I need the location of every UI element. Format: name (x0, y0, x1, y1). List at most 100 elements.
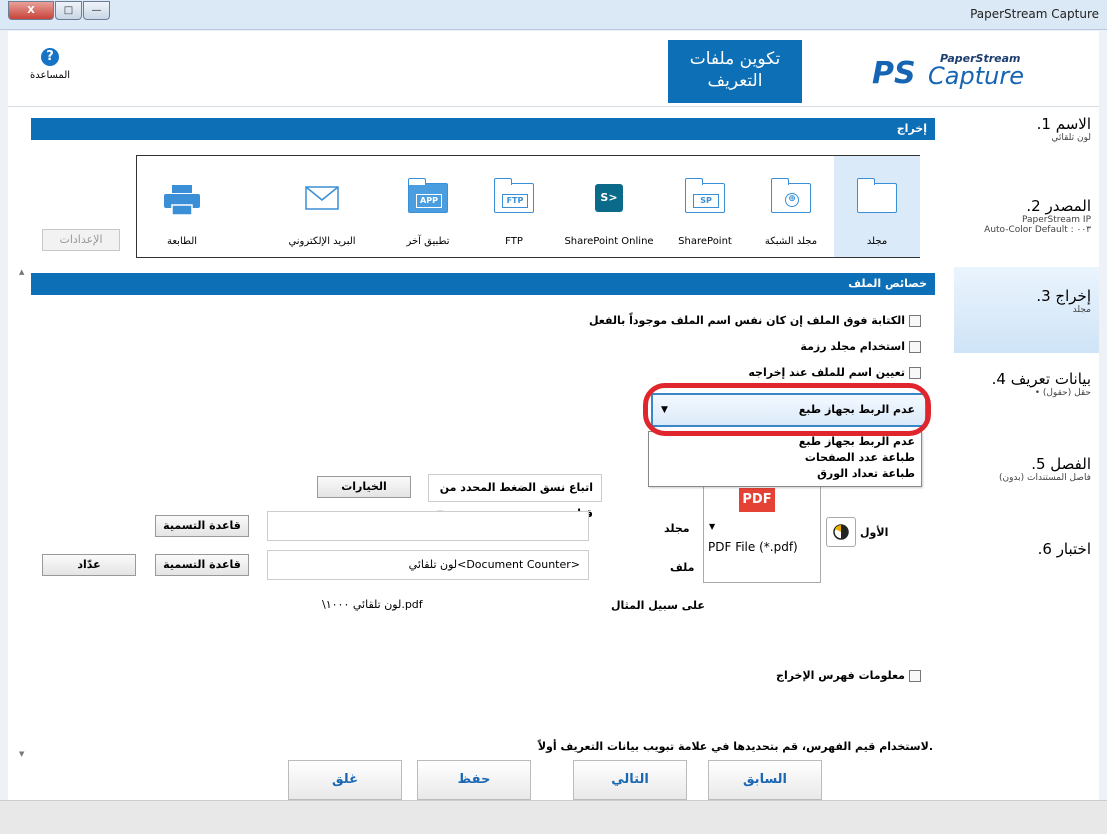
overwrite-checkbox-label: الكتابة فوق الملف إن كان نفس اسم الملف م… (588, 314, 905, 327)
destination-label: الطابعة (166, 236, 198, 247)
next-button[interactable]: التالي (573, 760, 687, 800)
back-button[interactable]: السابق (708, 760, 822, 800)
imprinter-option[interactable]: طباعة تعداد الورق (817, 467, 915, 480)
maximize-button[interactable]: □ (55, 1, 82, 20)
help-icon: ? (41, 48, 59, 66)
example-value: \لون تلقائي ١٠٠٠.pdf (322, 598, 423, 611)
step-source[interactable]: .2 المصدر PaperStream IP Auto-Color Defa… (954, 197, 1099, 247)
imprinter-dropdown-list: عدم الربط بجهاز طبع طباعة عدد الصفحات طب… (648, 431, 922, 487)
step-output[interactable]: .3 إخراج مجلد (954, 267, 1099, 353)
step-subtitle: • حقل (حقول) (1034, 388, 1091, 398)
app-icon: APP (407, 178, 448, 215)
destination-label: مجلد (866, 236, 888, 247)
step-name[interactable]: .1 الاسم لون تلقائي (954, 115, 1099, 165)
step-subtitle: لون تلقائي (1051, 133, 1091, 143)
destination-ftp[interactable]: FTP FTP (471, 156, 557, 257)
name-on-output-checkbox[interactable]: تعيين اسم للملف عند إخراجه (748, 366, 921, 379)
step-subtitle-2: Auto-Color Default : ٠٠٣ (984, 225, 1091, 235)
sharepoint-tag: SP (693, 194, 719, 208)
step-nav: .1 الاسم لون تلقائي .2 المصدر PaperStrea… (954, 107, 1099, 767)
step-number: .6 (1037, 540, 1052, 558)
checkbox-box[interactable] (909, 670, 921, 682)
scrollbar[interactable]: ▲ ▼ (19, 268, 31, 758)
step-title: بيانات تعريف (1010, 370, 1091, 388)
pdf-icon: PDF (739, 488, 775, 512)
name-on-output-checkbox-label: تعيين اسم للملف عند إخراجه (748, 366, 905, 379)
batch-folder-checkbox-label: استخدام مجلد رزمة (800, 340, 905, 353)
app-tag: APP (416, 194, 442, 208)
step-number: .1 (1036, 115, 1051, 133)
destination-label: SharePoint (678, 236, 732, 247)
destination-folder[interactable]: مجلد (834, 156, 920, 257)
destination-label: SharePoint Online (564, 236, 654, 247)
logo-capture-text: Capture (928, 62, 1024, 90)
file-label: ملف (670, 561, 695, 574)
ftp-tag: FTP (502, 194, 528, 208)
paperstream-logo: PS PaperStream Capture (872, 50, 1062, 91)
network-folder-icon: ⊕ (770, 178, 811, 215)
destination-email[interactable]: البريد الإلكتروني (267, 156, 377, 257)
first-label: الأول (860, 526, 889, 539)
destination-label: مجلد الشبكة (764, 236, 818, 247)
checkbox-box[interactable] (909, 341, 921, 353)
example-label: على سبيل المثال (611, 599, 705, 612)
status-bar (0, 800, 1107, 834)
sharepoint-online-icon: S> (595, 184, 623, 212)
chevron-down-icon: ▼ (709, 522, 716, 531)
step-title: الفصل (1050, 455, 1091, 473)
logo-mark: PS (872, 56, 916, 91)
options-button[interactable]: الخيارات (317, 476, 411, 498)
help-link[interactable]: ? المساعدة (30, 48, 70, 81)
counter-button[interactable]: عدّاد (42, 554, 136, 576)
step-title: الاسم (1055, 115, 1091, 133)
step-metadata[interactable]: .4 بيانات تعريف • حقل (حقول) (954, 370, 1099, 420)
window-title: PaperStream Capture (970, 7, 1099, 21)
step-number: .4 (991, 370, 1006, 388)
scroll-down-icon[interactable]: ▼ (19, 750, 24, 758)
minimize-button[interactable]: — (83, 1, 110, 20)
folder-path-field[interactable] (267, 511, 589, 541)
destination-sharepoint[interactable]: SP SharePoint (662, 156, 748, 257)
step-title: إخراج (1055, 287, 1091, 305)
destination-label: البريد الإلكتروني (288, 236, 356, 247)
imprinter-option[interactable]: طباعة عدد الصفحات (805, 451, 915, 464)
help-label: المساعدة (30, 70, 71, 81)
checkbox-box[interactable] (909, 367, 921, 379)
destination-other-app[interactable]: APP تطبيق آخر (385, 156, 471, 257)
overwrite-checkbox[interactable]: الكتابة فوق الملف إن كان نفس اسم الملف م… (589, 314, 921, 327)
settings-button[interactable]: الإعدادات (42, 229, 120, 251)
output-index-checkbox-label: معلومات فهرس الإخراج (776, 669, 905, 682)
step-number: .5 (1031, 455, 1046, 473)
folder-icon (856, 178, 897, 215)
step-test[interactable]: .6 اختبار (954, 540, 1099, 570)
output-index-checkbox[interactable]: معلومات فهرس الإخراج (776, 669, 921, 682)
color-mode-icon[interactable] (826, 517, 856, 547)
folder-naming-rule-button[interactable]: قاعدة التسمية (155, 515, 249, 537)
destination-sharepoint-online[interactable]: S> SharePoint Online (557, 156, 661, 257)
step-separation[interactable]: .5 الفصل فاصل المستندات (بدون) (954, 455, 1099, 505)
file-format-value: PDF File (*.pdf) (708, 540, 798, 554)
scroll-up-icon[interactable]: ▲ (19, 268, 24, 276)
step-subtitle: مجلد (1072, 305, 1091, 315)
destination-label: تطبيق آخر (406, 236, 450, 247)
compression-select[interactable]: اتباع نسق الضغط المحدد من قبل ▼ (428, 474, 602, 520)
close-button[interactable]: غلق (288, 760, 402, 800)
callout-highlight (643, 383, 931, 436)
destination-network-folder[interactable]: ⊕ مجلد الشبكة (748, 156, 834, 257)
folder-label: مجلد (664, 522, 690, 535)
step-number: .2 (1026, 197, 1041, 215)
step-title: اختبار (1056, 540, 1091, 558)
close-window-button[interactable]: X (8, 1, 54, 20)
footer (8, 767, 1099, 800)
page-title: تكوين ملفات التعريف (668, 40, 802, 103)
imprinter-option[interactable]: عدم الربط بجهاز طبع (799, 435, 915, 448)
save-button[interactable]: حفظ (417, 760, 531, 800)
batch-folder-checkbox[interactable]: استخدام مجلد رزمة (800, 340, 921, 353)
step-subtitle: فاصل المستندات (بدون) (998, 473, 1091, 483)
checkbox-box[interactable] (909, 315, 921, 327)
file-naming-rule-button[interactable]: قاعدة التسمية (155, 554, 249, 576)
destination-printer[interactable]: الطابعة (139, 156, 225, 257)
file-name-field[interactable]: لون تلقائي<Document Counter> (267, 550, 589, 580)
mail-icon (302, 183, 342, 215)
destination-panel: مجلد ⊕ مجلد الشبكة SP SharePoint S> Shar… (136, 155, 920, 258)
